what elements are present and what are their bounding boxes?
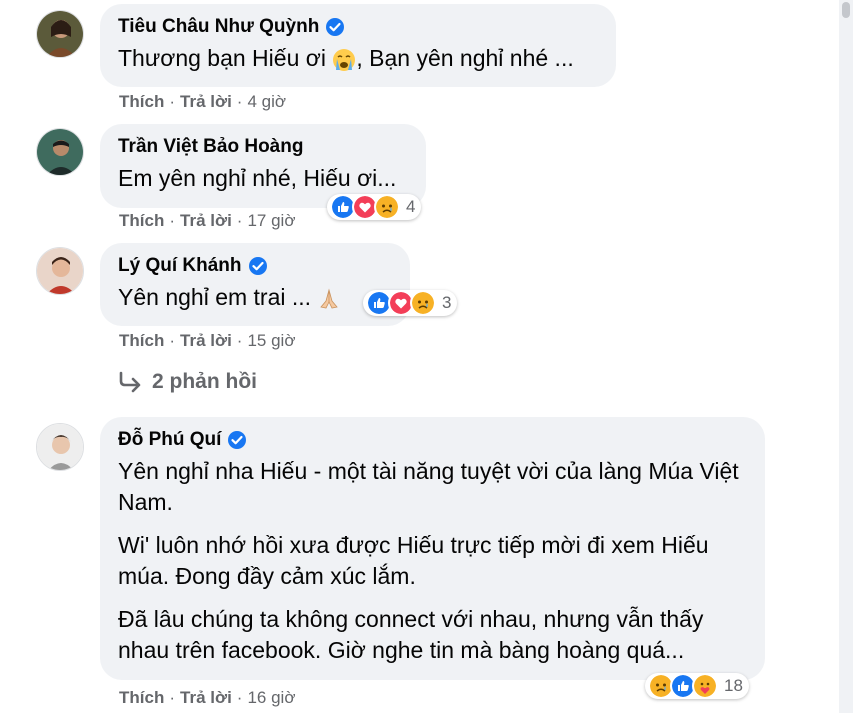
view-replies-link[interactable]: 2 phản hồi: [118, 370, 257, 394]
comment-text: Thương bạn Hiếu ơi , Bạn yên nghỉ nhé ..…: [118, 45, 574, 71]
like-link[interactable]: Thích: [119, 92, 164, 112]
reaction-summary[interactable]: 3: [363, 290, 458, 316]
comment-paragraph: Yên nghỉ nha Hiếu - một tài năng tuyệt v…: [118, 458, 739, 515]
like-link[interactable]: Thích: [119, 688, 164, 708]
reply-link[interactable]: Trả lời: [180, 211, 232, 231]
avatar[interactable]: [36, 10, 84, 58]
verified-badge-icon: [248, 257, 267, 275]
reply-arrow-icon: [119, 371, 141, 393]
like-link[interactable]: Thích: [119, 211, 164, 231]
comment-bubble: Đỗ Phú Quí Yên nghỉ nha Hiếu - một tài n…: [100, 417, 765, 680]
crying-face-icon: [333, 48, 356, 71]
reply-link[interactable]: Trả lời: [180, 331, 232, 351]
comment-timestamp[interactable]: 16 giờ: [247, 688, 295, 708]
avatar[interactable]: [36, 128, 84, 176]
comment-timestamp[interactable]: 17 giờ: [247, 211, 295, 231]
scrollbar-thumb[interactable]: [842, 2, 850, 18]
comment-actions: Thích · Trả lời · 16 giờ: [119, 688, 296, 708]
comment-paragraph: Đã lâu chúng ta không connect với nhau, …: [118, 606, 704, 663]
reaction-summary[interactable]: 4: [327, 194, 422, 220]
sad-reaction-icon: [410, 290, 436, 316]
reaction-summary[interactable]: 18: [645, 673, 749, 699]
folded-hands-icon: [320, 288, 339, 309]
reply-link[interactable]: Trả lời: [180, 92, 232, 112]
comment-actions: Thích · Trả lời · 4 giờ: [119, 92, 287, 112]
comment-text: Yên nghỉ nha Hiếu - một tài năng tuyệt v…: [118, 456, 748, 666]
comment-timestamp[interactable]: 15 giờ: [247, 331, 295, 351]
comment-actions: Thích · Trả lời · 15 giờ: [119, 331, 296, 351]
commenter-name[interactable]: Trần Việt Bảo Hoàng: [118, 134, 303, 160]
avatar[interactable]: [36, 423, 84, 471]
commenter-name[interactable]: Lý Quí Khánh: [118, 253, 242, 279]
comment-paragraph: Wi' luôn nhớ hồi xưa được Hiếu trực tiếp…: [118, 532, 709, 589]
comment-bubble: Lý Quí Khánh Yên nghỉ em trai ...: [100, 243, 410, 326]
reaction-count: 18: [724, 676, 743, 695]
commenter-name[interactable]: Tiêu Châu Như Quỳnh: [118, 14, 319, 40]
verified-badge-icon: [228, 431, 247, 449]
sad-reaction-icon: [374, 194, 400, 220]
commenter-name[interactable]: Đỗ Phú Quí: [118, 427, 221, 453]
reply-link[interactable]: Trả lời: [180, 688, 232, 708]
scrollbar[interactable]: [839, 0, 853, 713]
comment-timestamp[interactable]: 4 giờ: [247, 92, 286, 112]
like-link[interactable]: Thích: [119, 331, 164, 351]
comment-bubble: Tiêu Châu Như Quỳnh Thương bạn Hiếu ơi ,…: [100, 4, 616, 87]
avatar[interactable]: [36, 247, 84, 295]
comment-text: Em yên nghỉ nhé, Hiếu ơi...: [118, 165, 397, 191]
verified-badge-icon: [326, 18, 345, 36]
replies-label[interactable]: 2 phản hồi: [152, 370, 257, 394]
comment-text: Yên nghỉ em trai ...: [118, 282, 392, 313]
reaction-count: 3: [442, 293, 452, 312]
care-reaction-icon: [692, 673, 718, 699]
comment-actions: Thích · Trả lời · 17 giờ: [119, 211, 296, 231]
reaction-count: 4: [406, 197, 416, 216]
